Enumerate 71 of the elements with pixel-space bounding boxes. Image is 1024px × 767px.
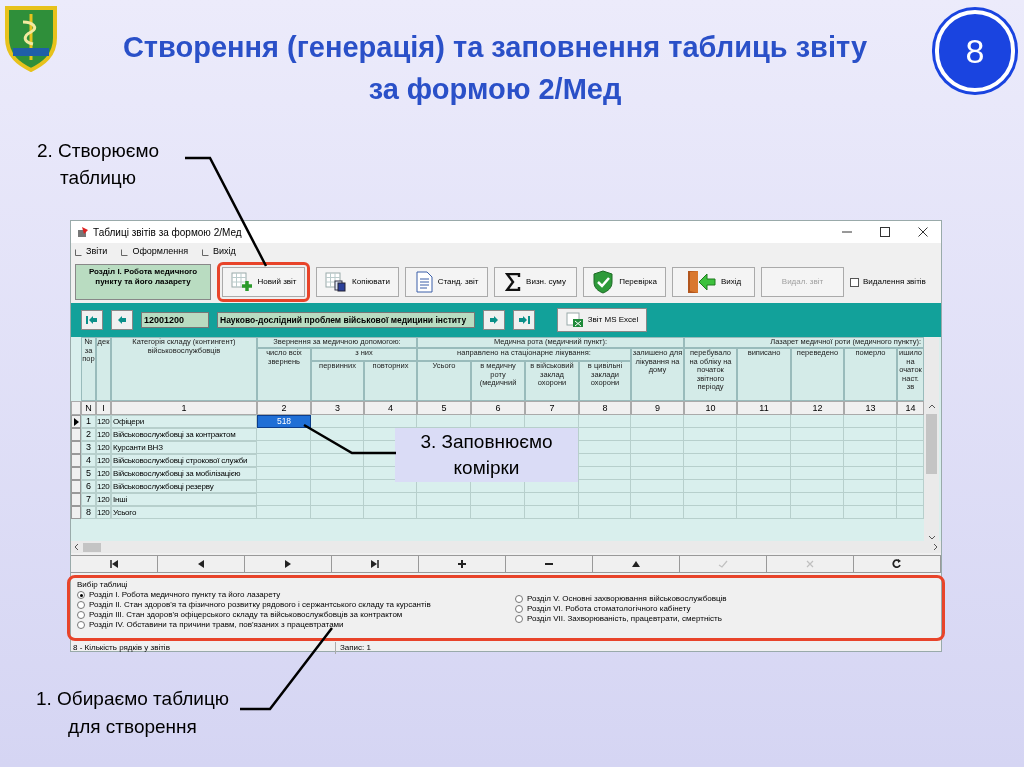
table-cell: 1 [81,415,96,428]
status-text: Запис: 1 [339,642,372,654]
table-cell: 4 [81,454,96,467]
column-number: 1 [111,401,257,415]
table-cell: 3 [81,441,96,454]
toolbar-button[interactable]: Визн. суму [494,267,577,297]
column-number: 2 [257,401,311,415]
column-number: I [96,401,111,415]
callout-text: 1. Обираємо таблицю для створення [34,687,231,739]
table-cell: 8 [81,506,96,519]
page-number: 8 [935,10,1015,92]
table-cell: 7 [81,493,96,506]
table-cell: 5 [81,467,96,480]
slide-title: Створення (генерація) та заповнення таблиць звіту за формою 2/Мед [121,30,869,107]
column-number: 8 [579,401,631,415]
table-cell: Військовослужбовці строкової служби [111,454,257,467]
legend-label: Вибір таблиці [77,580,129,590]
column-number: 3 [311,401,364,415]
menu-item[interactable]: Оформлення [121,245,189,259]
column-number: 6 [471,401,525,415]
table-cell: 120 [96,415,111,428]
toolbar-button[interactable]: Новий звіт [222,267,305,297]
column-number: 9 [631,401,684,415]
status-text: 8 - Кількість рядків у звітів [71,642,336,654]
table-cell: Військовослужбовці резерву [111,480,257,493]
radio-label: Розділ II. Стан здоров'я та фізичного розвитку рядового і сержантського складу та курсантів [89,600,431,610]
column-number: 12 [791,401,844,415]
delete-reports-checkbox[interactable]: Видалення звітів [850,276,926,288]
callout-text: 2. Створюємо таблицю [35,139,161,190]
column-number: 11 [737,401,791,415]
toolbar-button[interactable]: Перевірка [583,267,666,297]
table-cell: 120 [96,441,111,454]
table-cell: 120 [96,454,111,467]
radio-label: Розділ III. Стан здоров'я офіцерського складу та військовослужбовців за контрактом [89,610,403,620]
column-number: 13 [844,401,897,415]
toolbar-button[interactable]: Вихід [672,267,755,297]
menu-item[interactable]: Звіти [75,245,108,259]
column-number: 5 [417,401,471,415]
column-number: 7 [525,401,579,415]
code-field[interactable]: 12001200 [141,312,209,328]
table-cell: 120 [96,428,111,441]
callout-tooltip: 3. Заповнюємо комірки [395,428,578,482]
section-label: Розділ I. Робота медичного пункту та його лазарету [75,264,211,300]
table-cell: 6 [81,480,96,493]
column-number: 10 [684,401,737,415]
radio-label: Розділ IV. Обставини та причини травм, пов'язаних з працевтратами [89,620,344,630]
radio-label: Розділ I. Робота медичного пункту та його лазарету [89,590,281,600]
table-cell: 120 [96,467,111,480]
window-title: Таблиці звітів за формою 2/Мед [93,225,242,240]
name-field[interactable]: Науково-дослідний проблем військової медицини інститу [217,312,475,328]
radio-label: Розділ VII. Захворюваність, працевтрати, смертність [527,614,722,624]
table-cell: 2 [81,428,96,441]
column-number: 14 [897,401,924,415]
table-cell: Усього [111,506,257,519]
radio-label: Розділ V. Основні захворювання військовослужбовців [527,594,727,604]
toolbar-button[interactable]: Станд. звіт [405,267,488,297]
table-cell[interactable]: 518 [257,415,311,428]
table-cell: Військовослужбовці за мобілізацією [111,467,257,480]
menu-item[interactable]: Вихід [202,245,236,259]
table-cell: Військовослужбовці за контрактом [111,428,257,441]
table-cell: Офіцери [111,415,257,428]
table-cell: Курсанти ВНЗ [111,441,257,454]
table-cell: 120 [96,493,111,506]
table-cell: 120 [96,506,111,519]
table-cell: 120 [96,480,111,493]
toolbar-button[interactable]: Копіювати [316,267,399,297]
column-number: N [81,401,96,415]
column-number: 4 [364,401,417,415]
table-cell: Інші [111,493,257,506]
excel-export-button[interactable]: Звіт MS Excel [557,308,647,332]
radio-label: Розділ VI. Робота стоматологічного кабінету [527,604,691,614]
